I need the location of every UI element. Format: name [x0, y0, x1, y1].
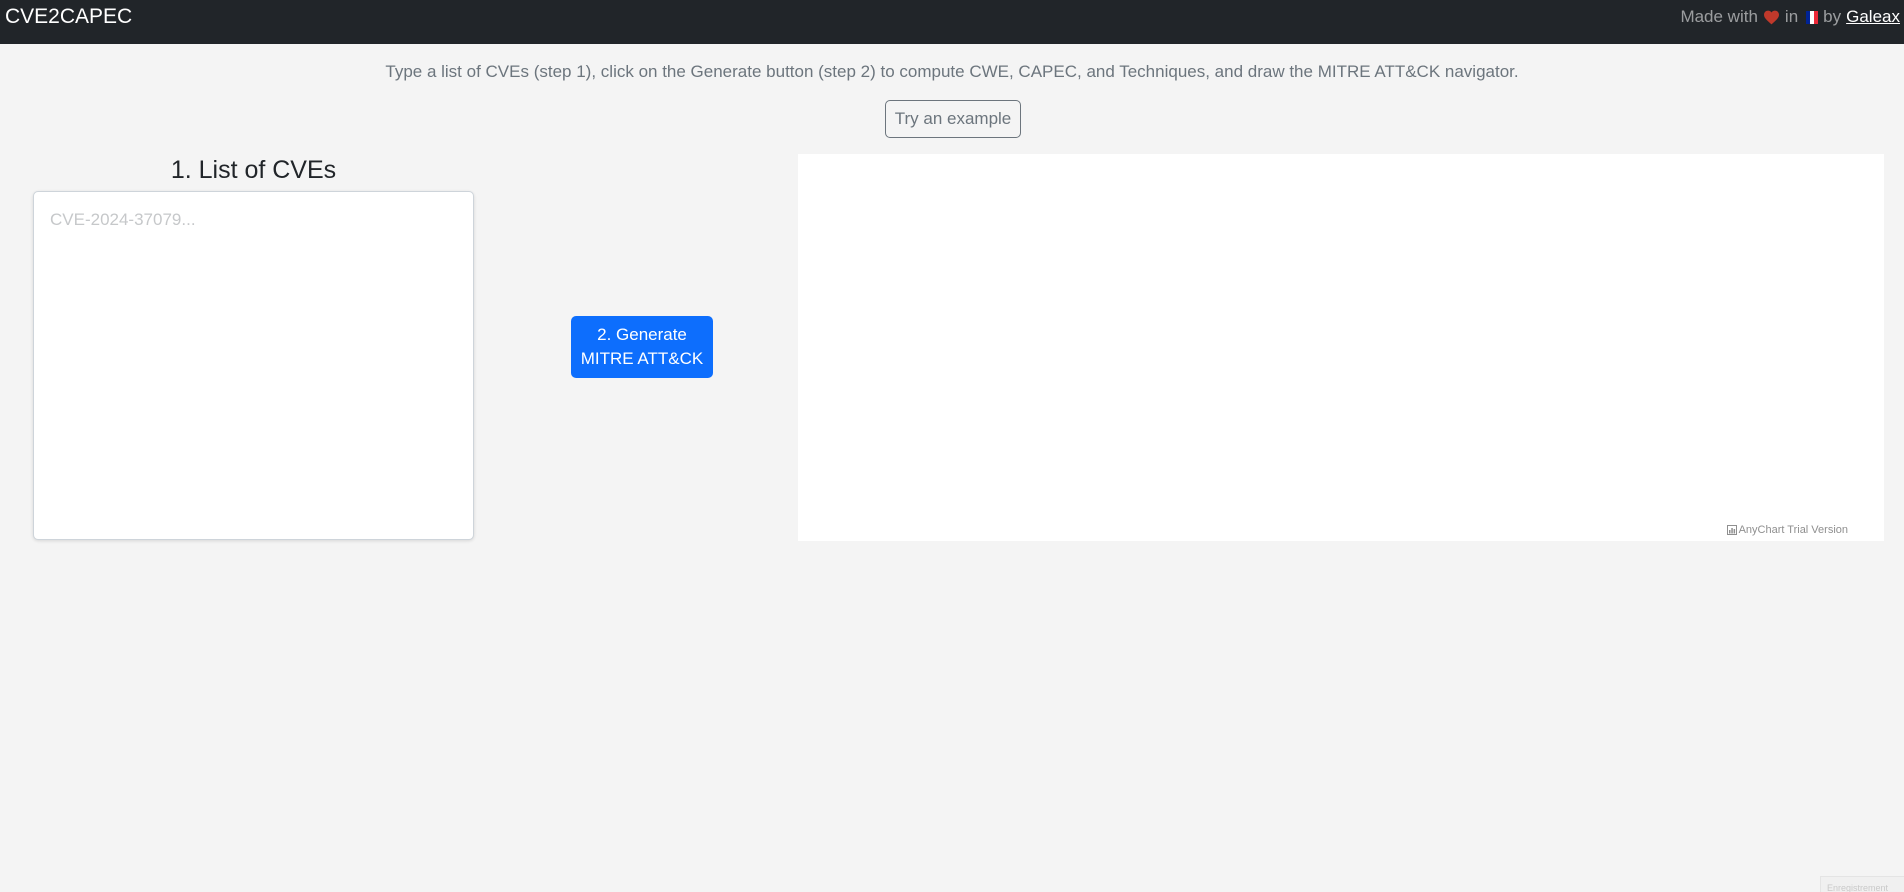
heart-icon: [1763, 10, 1779, 24]
credits: Made with in by Galeax: [1680, 6, 1900, 28]
generate-button-line2: MITRE ATT&CK: [580, 349, 704, 368]
by-label: by: [1823, 7, 1842, 26]
generate-mitre-button[interactable]: 2. Generate MITRE ATT&CK: [571, 316, 713, 378]
author-link[interactable]: Galeax: [1846, 6, 1900, 28]
try-example-button[interactable]: Try an example: [885, 100, 1021, 138]
instructions-text: Type a list of CVEs (step 1), click on t…: [385, 62, 1519, 81]
cve-list-title: 1. List of CVEs: [170, 156, 337, 184]
france-flag-icon: [1806, 10, 1819, 24]
generate-button-line1: 2. Generate: [597, 325, 687, 344]
chart-watermark[interactable]: AnyChart Trial Version: [1726, 524, 1848, 536]
corner-badge[interactable]: Enregistrement: [1820, 876, 1904, 892]
in-label: in: [1784, 7, 1799, 26]
watermark-label: AnyChart Trial Version: [1738, 524, 1848, 536]
mitre-navigator-chart: AnyChart Trial Version: [798, 154, 1884, 541]
chart-icon: [1726, 525, 1737, 535]
top-navbar: CVE2CAPEC Made with in by Galeax: [0, 0, 1904, 44]
app-brand[interactable]: CVE2CAPEC: [5, 5, 132, 29]
cve-list-input[interactable]: [33, 191, 474, 540]
made-with-label: Made with: [1680, 7, 1758, 26]
